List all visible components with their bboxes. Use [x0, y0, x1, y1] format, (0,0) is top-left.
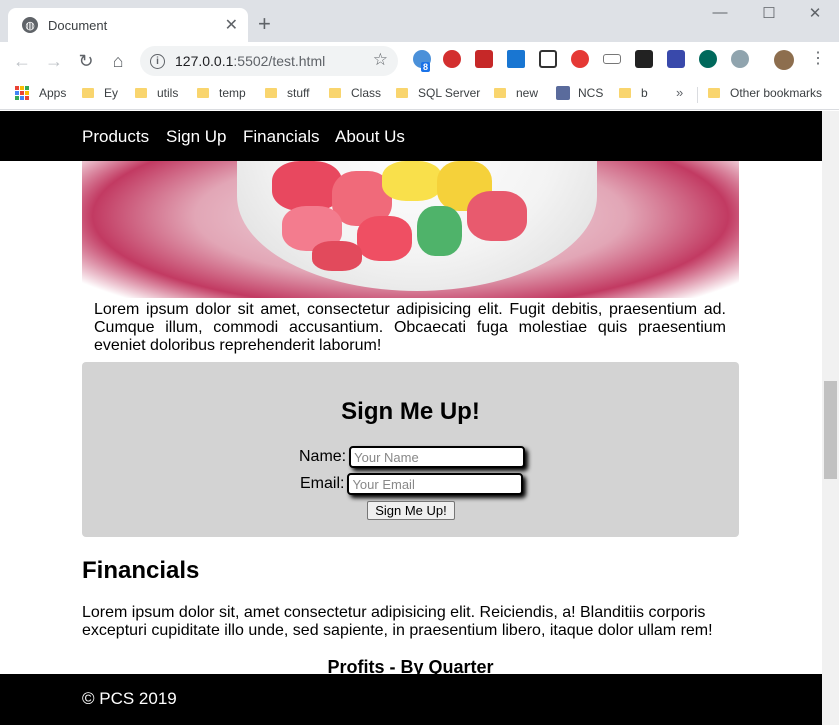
home-icon[interactable]: ⌂ — [107, 50, 129, 72]
bookmark-b[interactable]: b — [619, 86, 648, 100]
browser-tab[interactable]: ◍ Document ✕ — [8, 8, 248, 42]
site-navbar: Products Sign Up Financials About Us — [0, 111, 822, 161]
candy — [357, 216, 412, 261]
forward-icon[interactable]: → — [43, 50, 65, 72]
window-close-icon[interactable]: ✕ — [795, 4, 835, 22]
bookmark-label: b — [641, 86, 648, 100]
email-row: Email: — [300, 473, 524, 495]
bookmark-ey[interactable]: Ey — [82, 86, 118, 100]
hero-image — [82, 161, 739, 298]
folder-icon — [82, 88, 94, 98]
email-input[interactable] — [347, 473, 524, 495]
bookmark-label: Class — [351, 86, 382, 100]
browser-tabstrip: ◍ Document ✕ + — ☐ ✕ — [0, 0, 839, 42]
bookmark-ncs[interactable]: NCS — [556, 86, 603, 100]
screenshot-icon[interactable] — [539, 50, 557, 68]
financials-text: Lorem ipsum dolor sit, amet consectetur … — [82, 604, 713, 639]
bookmark-star-icon[interactable]: ☆ — [373, 50, 388, 70]
name-row: Name: — [299, 446, 526, 468]
bookmark-label: NCS — [578, 86, 604, 100]
page-viewport: Products Sign Up Financials About Us Lor… — [0, 111, 822, 725]
bookmark-label: Other bookmarks — [730, 86, 823, 100]
bookmark-label: SQL Server — [418, 86, 481, 100]
signup-form: Sign Me Up! Name: Email: Sign Me Up! — [82, 362, 739, 537]
folder-icon — [396, 88, 408, 98]
minimize-icon[interactable]: — — [700, 4, 740, 21]
bookmark-label: Apps — [39, 86, 67, 100]
signup-heading: Sign Me Up! — [341, 398, 480, 425]
globe-icon: ◍ — [22, 17, 38, 33]
snowflake-icon[interactable] — [571, 50, 589, 68]
bookmark-new[interactable]: new — [494, 86, 538, 100]
bookmark-class[interactable]: Class — [329, 86, 381, 100]
pocket-icon[interactable] — [475, 50, 493, 68]
email-label: Email: — [300, 475, 345, 492]
name-label: Name: — [299, 448, 347, 465]
tabs-icon[interactable] — [635, 50, 653, 68]
avatar[interactable] — [774, 50, 794, 70]
bookmark-other[interactable]: Other bookmarks — [708, 86, 822, 100]
folder-icon — [619, 88, 631, 98]
candy — [467, 191, 527, 241]
address-bar[interactable]: i 127.0.0.1:5502/test.html ☆ — [140, 46, 398, 76]
folder-icon — [197, 88, 209, 98]
new-tab-icon[interactable]: + — [258, 12, 271, 36]
dropbox-icon[interactable] — [507, 50, 525, 68]
back-icon[interactable]: ← — [11, 50, 33, 72]
financials-heading: Financials — [82, 557, 200, 584]
globe-ext-icon[interactable] — [731, 50, 749, 68]
bookmark-label: Ey — [104, 86, 119, 100]
site-footer: © PCS 2019 — [0, 674, 822, 725]
bookmark-temp[interactable]: temp — [197, 86, 246, 100]
close-tab-icon[interactable]: ✕ — [225, 15, 238, 35]
name-input[interactable] — [349, 446, 526, 468]
extension-badge: 8 — [421, 62, 431, 72]
bookmark-label: stuff — [287, 86, 310, 100]
menu-icon[interactable]: ⋮ — [810, 48, 826, 68]
candy — [382, 161, 442, 201]
maximize-icon[interactable]: ☐ — [749, 4, 789, 22]
scrollbar-thumb[interactable] — [824, 381, 837, 479]
url-host: 127.0.0.1 — [175, 53, 234, 69]
candy — [417, 206, 462, 256]
folder-icon — [329, 88, 341, 98]
folder-icon — [494, 88, 506, 98]
intro-text: Lorem ipsum dolor sit amet, consectetur … — [94, 301, 726, 354]
apps-icon — [15, 86, 29, 100]
folder-icon — [135, 88, 147, 98]
ncs-icon — [556, 86, 570, 100]
nav-products[interactable]: Products — [82, 127, 149, 147]
url-path: :5502/test.html — [233, 53, 326, 69]
more-bookmarks-icon[interactable]: » — [676, 85, 683, 100]
reader-icon[interactable] — [667, 50, 685, 68]
folder-icon — [708, 88, 720, 98]
bookmark-sql-server[interactable]: SQL Server — [396, 86, 480, 100]
site-info-icon[interactable]: i — [150, 53, 165, 69]
bookmark-stuff[interactable]: stuff — [265, 86, 309, 100]
reload-icon[interactable]: ↻ — [75, 50, 97, 72]
bookmark-divider — [697, 87, 698, 103]
page-scrollbar[interactable] — [822, 111, 839, 725]
sign-me-up-button[interactable]: Sign Me Up! — [367, 501, 455, 520]
nav-financials[interactable]: Financials — [243, 127, 320, 147]
nav-sign-up[interactable]: Sign Up — [166, 127, 226, 147]
footer-copyright: © PCS 2019 — [82, 689, 177, 708]
nav-about-us[interactable]: About Us — [335, 127, 405, 147]
bookmark-label: new — [516, 86, 539, 100]
owl-icon[interactable] — [699, 50, 717, 68]
bookmark-label: utils — [157, 86, 179, 100]
gtr-icon[interactable] — [603, 54, 621, 64]
adblock-icon[interactable] — [443, 50, 461, 68]
bookmark-utils[interactable]: utils — [135, 86, 178, 100]
bookmarks-bar: Apps Ey utils temp stuff Class SQL Serve… — [0, 80, 839, 110]
bookmark-apps[interactable]: Apps — [15, 86, 66, 100]
folder-icon — [265, 88, 277, 98]
tab-title: Document — [48, 17, 108, 33]
bookmark-label: temp — [219, 86, 246, 100]
candy — [312, 241, 362, 271]
